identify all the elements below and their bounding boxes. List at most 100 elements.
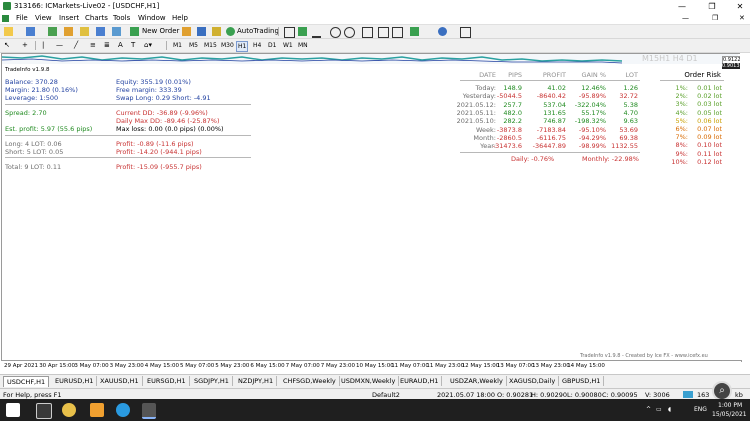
stats-cell-pips: -5044.5 (496, 92, 522, 101)
autoscroll-icon[interactable] (392, 27, 403, 38)
timeframe-d1[interactable]: D1 (267, 41, 277, 50)
chart-shift-icon[interactable] (378, 27, 389, 38)
zoom-out-icon[interactable] (344, 27, 355, 38)
menu-file[interactable]: File (16, 14, 28, 22)
est-profit-text: Est. profit: 5.97 (55.6 pips) (5, 125, 93, 133)
channel-icon[interactable]: ≡ (90, 41, 96, 49)
menu-tools[interactable]: Tools (113, 14, 130, 22)
menu-view[interactable]: View (35, 14, 52, 22)
timeframe-m15[interactable]: M15 (203, 41, 218, 50)
indicators-icon[interactable] (410, 27, 419, 36)
text-icon[interactable]: A (118, 41, 123, 49)
status-high: H: 0.90290 (531, 391, 568, 399)
candlestick-icon[interactable] (298, 27, 307, 36)
chart-tab[interactable]: EURSGD,H1 (144, 376, 190, 386)
shapes-icon[interactable]: ⌂▾ (144, 41, 152, 49)
timeframe-w1[interactable]: W1 (282, 41, 294, 50)
bar-chart-icon[interactable] (284, 27, 295, 38)
chart-tab[interactable]: USDCHF,H1 (3, 376, 50, 387)
timeframe-mn[interactable]: MN (297, 41, 309, 50)
chart-tab[interactable]: CHFSGD,Weekly (280, 376, 340, 386)
order-risk-title: Order Risk (684, 71, 721, 79)
menu-window[interactable]: Window (138, 14, 166, 22)
strategy-tester-icon[interactable] (112, 27, 121, 36)
history-icon[interactable] (212, 27, 221, 36)
chart-tab[interactable]: GBPUSD,H1 (559, 376, 605, 386)
network-icon[interactable]: ▭ (656, 406, 662, 413)
tile-windows-icon[interactable] (362, 27, 373, 38)
menu-help[interactable]: Help (172, 14, 188, 22)
panel-title: TradeInfo v1.9.8 (5, 67, 50, 73)
text-label-icon[interactable]: T (131, 41, 135, 49)
leverage-text: Leverage: 1:500 (5, 94, 59, 102)
start-icon[interactable] (6, 403, 20, 417)
line-chart-icon[interactable] (312, 27, 321, 38)
chart-tab[interactable]: EURUSD,H1 (52, 376, 98, 386)
periods-icon[interactable] (438, 27, 447, 36)
status-traffic-unit: kb (735, 391, 743, 399)
chart-tab[interactable]: USDMXN,Weekly (338, 376, 400, 386)
time-axis-label: 13 May 07:00 (496, 363, 535, 369)
navigator-icon[interactable] (80, 27, 89, 36)
vertical-line-icon[interactable]: | (42, 41, 44, 49)
language-indicator[interactable]: ENG (694, 406, 707, 413)
zoom-in-icon[interactable] (330, 27, 341, 38)
new-order-icon[interactable] (130, 27, 139, 36)
templates-icon[interactable] (460, 27, 471, 38)
chart-tab[interactable]: EURAUD,H1 (397, 376, 443, 386)
mdi-restore-button[interactable]: ❐ (712, 14, 718, 22)
status-low: L: 0.90080 (567, 391, 602, 399)
close-button[interactable]: ✕ (731, 1, 749, 12)
file-explorer-icon[interactable] (90, 403, 104, 417)
time-axis[interactable]: 29 Apr 2021 30 Apr 15:00 3 May 07:00 3 May … (1, 360, 741, 374)
metatrader-icon[interactable] (142, 403, 156, 419)
timeframe-m30[interactable]: M30 (220, 41, 235, 50)
time-axis-label: 3 May 23:00 (109, 363, 144, 369)
market-watch-icon[interactable] (48, 27, 57, 36)
fibonacci-icon[interactable]: ≣ (104, 41, 110, 49)
status-close: C: 0.90095 (602, 391, 638, 399)
new-order-button[interactable]: New Order (142, 27, 179, 35)
tray-chevron-icon[interactable]: ^ (646, 406, 651, 413)
chart-tab[interactable]: SGDJPY,H1 (191, 376, 233, 386)
trendline-icon[interactable]: ╱ (74, 41, 78, 49)
chart-window-icon (2, 15, 9, 22)
telegram-icon[interactable] (116, 403, 130, 417)
volume-icon[interactable]: ◖ (668, 406, 671, 413)
chart-tab[interactable]: XAGUSD,Daily (506, 376, 560, 386)
horizontal-line-icon[interactable]: — (56, 41, 63, 49)
price-axis[interactable] (740, 53, 750, 360)
crosshair-icon[interactable]: + (22, 41, 28, 49)
taskbar-time[interactable]: 1:00 PM (718, 402, 742, 409)
terminal-icon[interactable] (96, 27, 105, 36)
credit-text: TradeInfo v1.9.8 - Created by Ice FX - w… (580, 353, 708, 359)
timeframe-h1[interactable]: H1 (236, 41, 249, 52)
magnifier-icon[interactable]: ⌕ (712, 381, 732, 401)
new-chart-icon[interactable] (4, 27, 13, 36)
timeframe-m5[interactable]: M5 (188, 41, 199, 50)
chrome-icon[interactable] (62, 403, 76, 417)
autotrading-button[interactable]: AutoTrading (237, 27, 279, 35)
autotrading-icon[interactable] (226, 27, 235, 36)
options-icon[interactable] (197, 27, 206, 36)
profiles-icon[interactable] (26, 27, 35, 36)
stats-cell-lot: 9.63 (623, 117, 638, 126)
menu-charts[interactable]: Charts (85, 14, 108, 22)
task-view-icon[interactable] (36, 403, 52, 419)
chart-tab[interactable]: NZDJPY,H1 (235, 376, 278, 386)
timeframe-m1[interactable]: M1 (172, 41, 183, 50)
timeframe-h4[interactable]: H4 (252, 41, 262, 50)
chart-tab[interactable]: USDZAR,Weekly (447, 376, 507, 386)
metaeditor-icon[interactable] (182, 27, 191, 36)
minimize-button[interactable]: — (673, 1, 691, 12)
cursor-icon[interactable]: ↖ (4, 41, 10, 49)
mdi-minimize-button[interactable]: — (682, 14, 689, 22)
taskbar-date[interactable]: 15/05/2021 (712, 411, 747, 418)
mdi-close-button[interactable]: ✕ (739, 14, 745, 22)
maximize-button[interactable]: ❐ (703, 1, 721, 12)
connection-icon[interactable] (683, 391, 693, 398)
menu-insert[interactable]: Insert (59, 14, 79, 22)
chart-tab[interactable]: XAUUSD,H1 (97, 376, 143, 386)
data-window-icon[interactable] (64, 27, 73, 36)
time-axis-label: 6 May 15:00 (250, 363, 285, 369)
